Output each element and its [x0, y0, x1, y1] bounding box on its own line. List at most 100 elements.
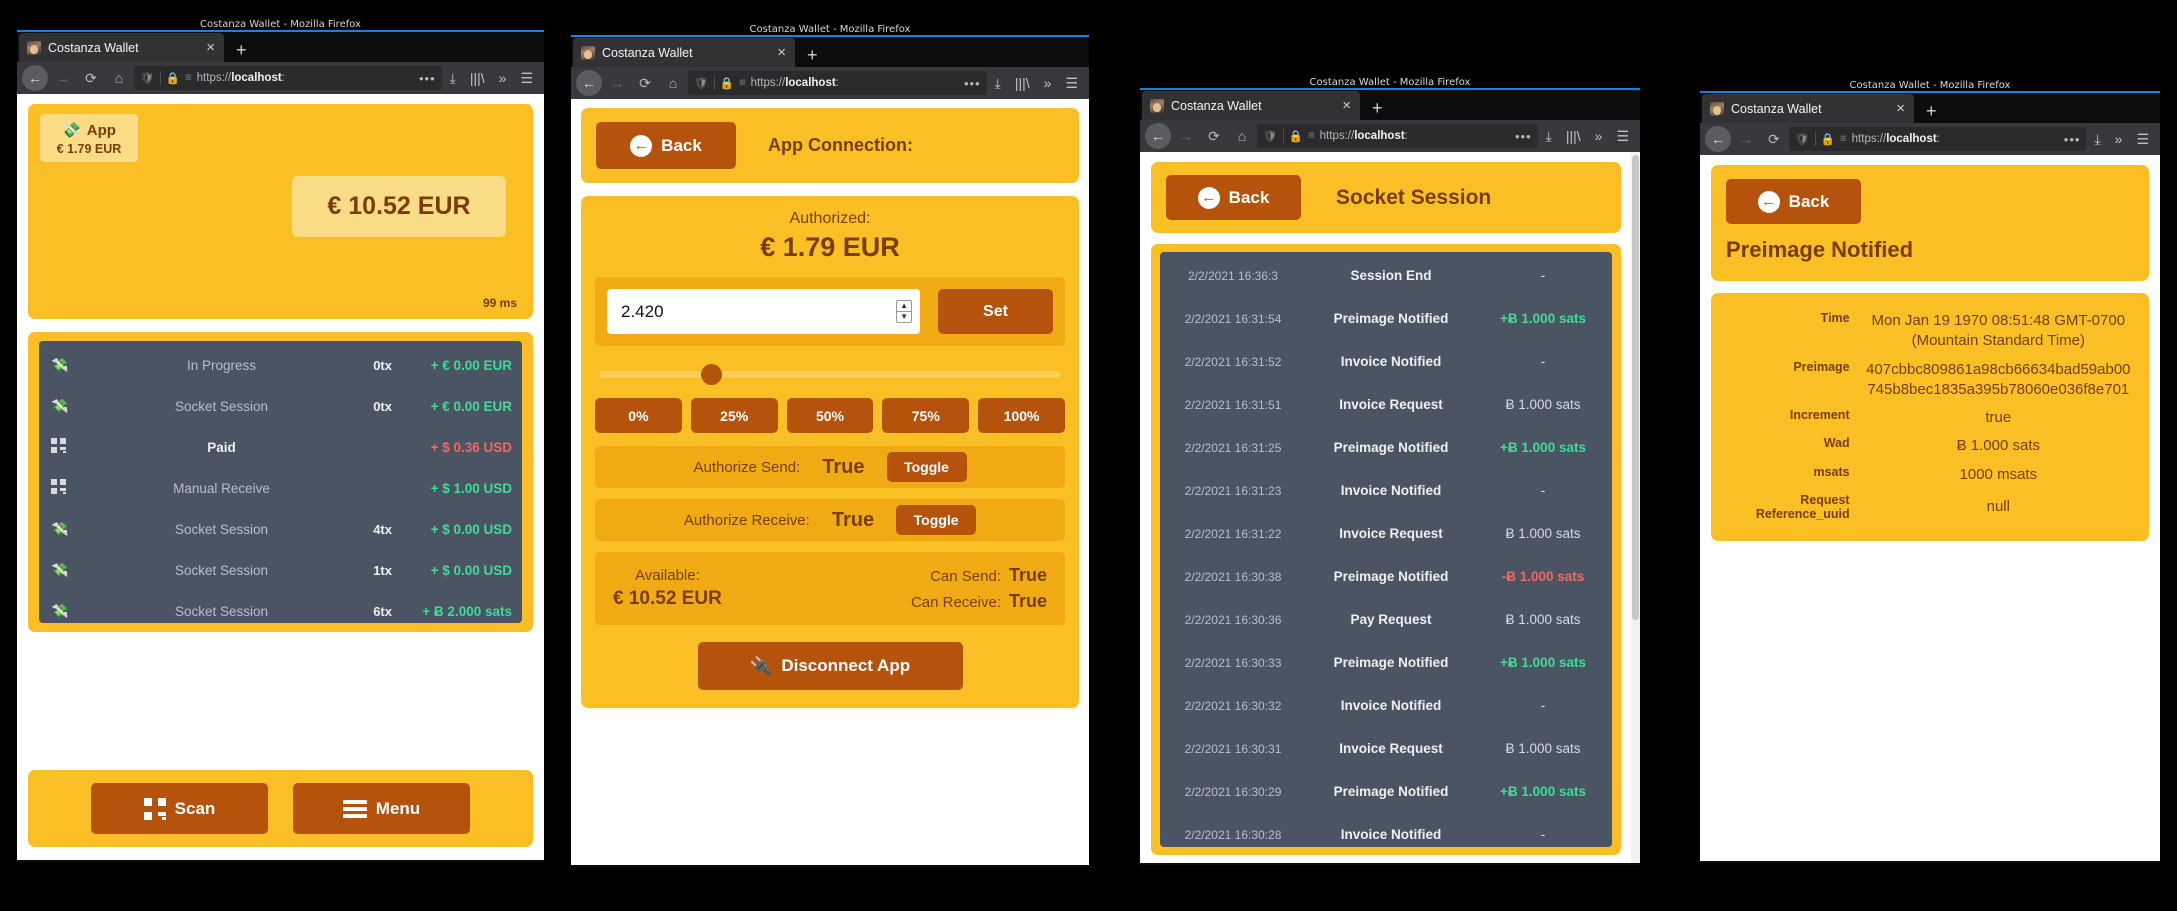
download-icon[interactable]: ⤓ — [1540, 128, 1558, 145]
shield-icon[interactable]: 🛡 — [694, 76, 709, 90]
reload-icon[interactable]: ⟳ — [632, 70, 658, 96]
page-actions-icon[interactable]: ••• — [419, 71, 436, 86]
scan-button[interactable]: Scan — [91, 783, 268, 834]
forward-icon[interactable]: → — [50, 65, 76, 91]
permissions-icon[interactable]: ≡ — [1840, 133, 1847, 145]
library-icon[interactable]: |||\ — [464, 70, 491, 86]
address-bar[interactable]: 🛡 🔒 ≡ https://localhost: ••• — [1789, 127, 2087, 151]
slider-thumb[interactable] — [700, 364, 722, 385]
table-row[interactable]: 2/2/2021 16:31:25 Preimage Notified +Ƀ 1.0… — [1160, 426, 1612, 469]
library-icon[interactable]: |||\ — [1560, 128, 1587, 144]
set-button[interactable]: Set — [938, 289, 1053, 334]
browser-window-3[interactable]: Costanza Wallet - Mozilla Firefox Costan… — [1140, 75, 1640, 865]
menu-icon[interactable]: ☰ — [514, 70, 539, 87]
forward-icon[interactable]: → — [1173, 123, 1199, 149]
table-row[interactable]: 💸 In Progress 0tx + € 0.00 EUR — [39, 345, 522, 386]
disconnect-app-button[interactable]: 🔌 Disconnect App — [697, 642, 963, 690]
tab-strip[interactable]: Costanza Wallet × + — [571, 37, 1089, 67]
permissions-icon[interactable]: ≡ — [185, 72, 192, 84]
table-row[interactable]: 2/2/2021 16:31:22 Invoice Request Ƀ 1.000 … — [1160, 512, 1612, 555]
table-row[interactable]: 💸 Socket Session 6tx + Ƀ 2.000 sats — [39, 591, 522, 632]
lock-warning-icon[interactable]: 🔒 — [1821, 132, 1835, 146]
back-icon[interactable]: ← — [1145, 123, 1171, 149]
overflow-icon[interactable]: » — [1589, 128, 1609, 144]
table-row[interactable]: 2/2/2021 16:31:51 Invoice Request Ƀ 1.000 … — [1160, 383, 1612, 426]
lock-warning-icon[interactable]: 🔒 — [166, 71, 180, 85]
table-row[interactable]: Manual Receive + $ 1.00 USD — [39, 468, 522, 509]
table-row[interactable]: 2/2/2021 16:36:3 Session End - — [1160, 254, 1612, 297]
transaction-list[interactable]: 💸 In Progress 0tx + € 0.00 EUR 💸 Socket Sessi… — [39, 341, 522, 623]
new-tab-icon[interactable]: + — [1914, 102, 1949, 123]
tab-strip[interactable]: Costanza Wallet × + — [17, 32, 544, 62]
table-row[interactable]: 2/2/2021 16:30:36 Pay Request Ƀ 1.000 sats — [1160, 598, 1612, 641]
address-bar[interactable]: 🛡 🔒 ≡ https://localhost: ••• — [688, 71, 987, 95]
quantity-stepper[interactable]: ▲ ▼ — [896, 300, 912, 323]
back-button[interactable]: ← Back — [1726, 179, 1861, 224]
menu-icon[interactable]: ☰ — [1059, 75, 1084, 92]
reload-icon[interactable]: ⟳ — [1201, 123, 1227, 149]
amount-input-value[interactable]: 2.420 — [621, 302, 896, 322]
page-actions-icon[interactable]: ••• — [964, 76, 981, 91]
navigation-toolbar[interactable]: ← → ⟳ ⌂ 🛡 🔒 ≡ https://localhost: ••• ⤓ |… — [571, 67, 1089, 99]
tab-strip[interactable]: Costanza Wallet × + — [1140, 90, 1640, 120]
close-icon[interactable]: × — [777, 45, 786, 60]
download-icon[interactable]: ⤓ — [989, 75, 1007, 92]
overflow-icon[interactable]: » — [1038, 75, 1058, 91]
percent-button[interactable]: 100% — [978, 398, 1065, 433]
percent-button[interactable]: 0% — [595, 398, 682, 433]
table-row[interactable]: 2/2/2021 16:31:52 Invoice Notified - — [1160, 340, 1612, 383]
app-chip[interactable]: 💸 App € 1.79 EUR — [40, 114, 138, 162]
percent-button[interactable]: 50% — [786, 398, 874, 433]
table-row[interactable]: 2/2/2021 16:30:31 Invoice Request Ƀ 1.000 … — [1160, 727, 1612, 770]
new-tab-icon[interactable]: + — [1360, 99, 1395, 120]
shield-icon[interactable]: 🛡 — [1263, 129, 1278, 143]
home-icon[interactable]: ⌂ — [106, 65, 132, 91]
reload-icon[interactable]: ⟳ — [78, 65, 104, 91]
library-icon[interactable]: |||\ — [1009, 75, 1036, 91]
navigation-toolbar[interactable]: ← → ⟳ ⌂ 🛡 🔒 ≡ https://localhost: ••• ⤓ |… — [1140, 120, 1640, 152]
table-row[interactable]: 2/2/2021 16:31:54 Preimage Notified +Ƀ 1.0… — [1160, 297, 1612, 340]
navigation-toolbar[interactable]: ← → ⟳ 🛡 🔒 ≡ https://localhost: ••• ⤓ » ☰ — [1700, 123, 2160, 155]
overflow-icon[interactable]: » — [493, 70, 513, 86]
home-icon[interactable]: ⌂ — [660, 70, 686, 96]
download-icon[interactable]: ⤓ — [2088, 131, 2106, 148]
page-actions-icon[interactable]: ••• — [2064, 132, 2081, 147]
amount-input-wrapper[interactable]: 2.420 ▲ ▼ — [607, 289, 920, 334]
authorize-receive-toggle[interactable]: Toggle — [896, 505, 977, 535]
browser-window-4[interactable]: Costanza Wallet - Mozilla Firefox Costan… — [1700, 78, 2160, 863]
new-tab-icon[interactable]: + — [795, 46, 830, 67]
table-row[interactable]: Paid + $ 0.36 USD — [39, 427, 522, 468]
browser-tab[interactable]: Costanza Wallet × — [19, 33, 224, 62]
percent-button-group[interactable]: 0% 25% 50% 75% 100% — [595, 398, 1065, 433]
table-row[interactable]: 2/2/2021 16:30:33 Preimage Notified +Ƀ 1.0… — [1160, 641, 1612, 684]
permissions-icon[interactable]: ≡ — [1308, 130, 1315, 142]
menu-icon[interactable]: ☰ — [2130, 131, 2155, 148]
balance-amount-box[interactable]: € 10.52 EUR — [292, 176, 506, 237]
back-icon[interactable]: ← — [576, 70, 602, 96]
table-row[interactable]: 💸 Socket Session 4tx + $ 0.00 USD — [39, 509, 522, 550]
menu-icon[interactable]: ☰ — [1610, 128, 1635, 145]
page-actions-icon[interactable]: ••• — [1515, 129, 1532, 144]
browser-window-1[interactable]: Costanza Wallet - Mozilla Firefox Costan… — [17, 17, 544, 862]
address-bar[interactable]: 🛡 🔒 ≡ https://localhost: ••• — [1257, 124, 1538, 148]
download-icon[interactable]: ⤓ — [444, 70, 462, 87]
authorize-send-toggle[interactable]: Toggle — [886, 452, 967, 482]
navigation-toolbar[interactable]: ← → ⟳ ⌂ 🛡 🔒 ≡ https://localhost: ••• ⤓ |… — [17, 62, 544, 94]
percent-button[interactable]: 25% — [690, 398, 778, 433]
table-row[interactable]: 2/2/2021 16:30:32 Invoice Notified - — [1160, 684, 1612, 727]
forward-icon[interactable]: → — [604, 70, 630, 96]
lock-warning-icon[interactable]: 🔒 — [1289, 129, 1303, 143]
amount-slider[interactable] — [599, 364, 1061, 385]
forward-icon[interactable]: → — [1733, 126, 1759, 152]
new-tab-icon[interactable]: + — [224, 41, 259, 62]
shield-icon[interactable]: 🛡 — [1795, 132, 1810, 146]
tab-strip[interactable]: Costanza Wallet × + — [1700, 93, 2160, 123]
permissions-icon[interactable]: ≡ — [739, 77, 746, 89]
shield-icon[interactable]: 🛡 — [140, 71, 155, 85]
table-row[interactable]: 2/2/2021 16:30:29 Preimage Notified +Ƀ 1.0… — [1160, 770, 1612, 813]
browser-window-2[interactable]: Costanza Wallet - Mozilla Firefox Costan… — [571, 22, 1089, 867]
back-icon[interactable]: ← — [22, 65, 48, 91]
table-row[interactable]: 💸 Socket Session 0tx + € 0.00 EUR — [39, 386, 522, 427]
browser-tab[interactable]: Costanza Wallet × — [1702, 94, 1914, 123]
table-row[interactable]: 💸 Socket Session 1tx + $ 0.00 USD — [39, 550, 522, 591]
